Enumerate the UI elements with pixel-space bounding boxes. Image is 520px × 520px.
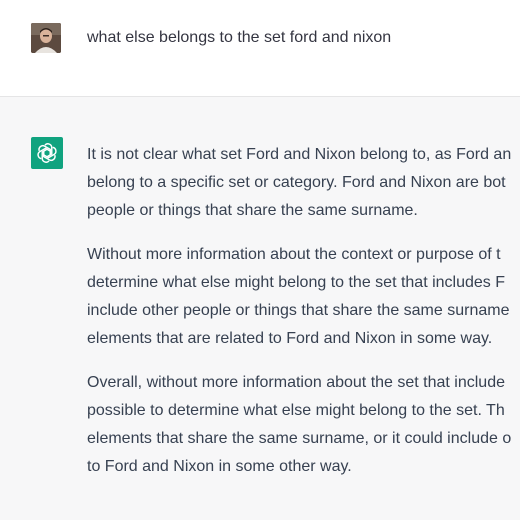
user-avatar <box>31 23 61 53</box>
reply-paragraph-1: It is not clear what set Ford and Nixon … <box>87 141 520 225</box>
reply-line: It is not clear what set Ford and Nixon … <box>87 146 512 163</box>
reply-paragraph-3: Overall, without more information about … <box>87 369 520 481</box>
openai-logo-icon <box>31 137 63 169</box>
reply-line: people or things that share the same sur… <box>87 202 418 219</box>
reply-line: include other people or things that shar… <box>87 302 510 319</box>
reply-line: belong to a specific set or category. Fo… <box>87 174 506 191</box>
reply-line: elements that are related to Ford and Ni… <box>87 330 493 347</box>
user-message-row: what else belongs to the set ford and ni… <box>0 0 520 97</box>
assistant-message-row: It is not clear what set Ford and Nixon … <box>0 97 520 520</box>
user-photo-avatar-icon <box>31 23 61 53</box>
reply-line: possible to determine what else might be… <box>87 402 505 419</box>
reply-line: Overall, without more information about … <box>87 374 505 391</box>
reply-line: determine what else might belong to the … <box>87 274 506 291</box>
reply-line: to Ford and Nixon in some other way. <box>87 458 352 475</box>
reply-line: elements that share the same surname, or… <box>87 430 512 447</box>
user-message-text: what else belongs to the set ford and ni… <box>87 29 392 46</box>
assistant-reply: It is not clear what set Ford and Nixon … <box>87 141 520 497</box>
reply-paragraph-2: Without more information about the conte… <box>87 241 520 353</box>
reply-line: Without more information about the conte… <box>87 246 501 263</box>
